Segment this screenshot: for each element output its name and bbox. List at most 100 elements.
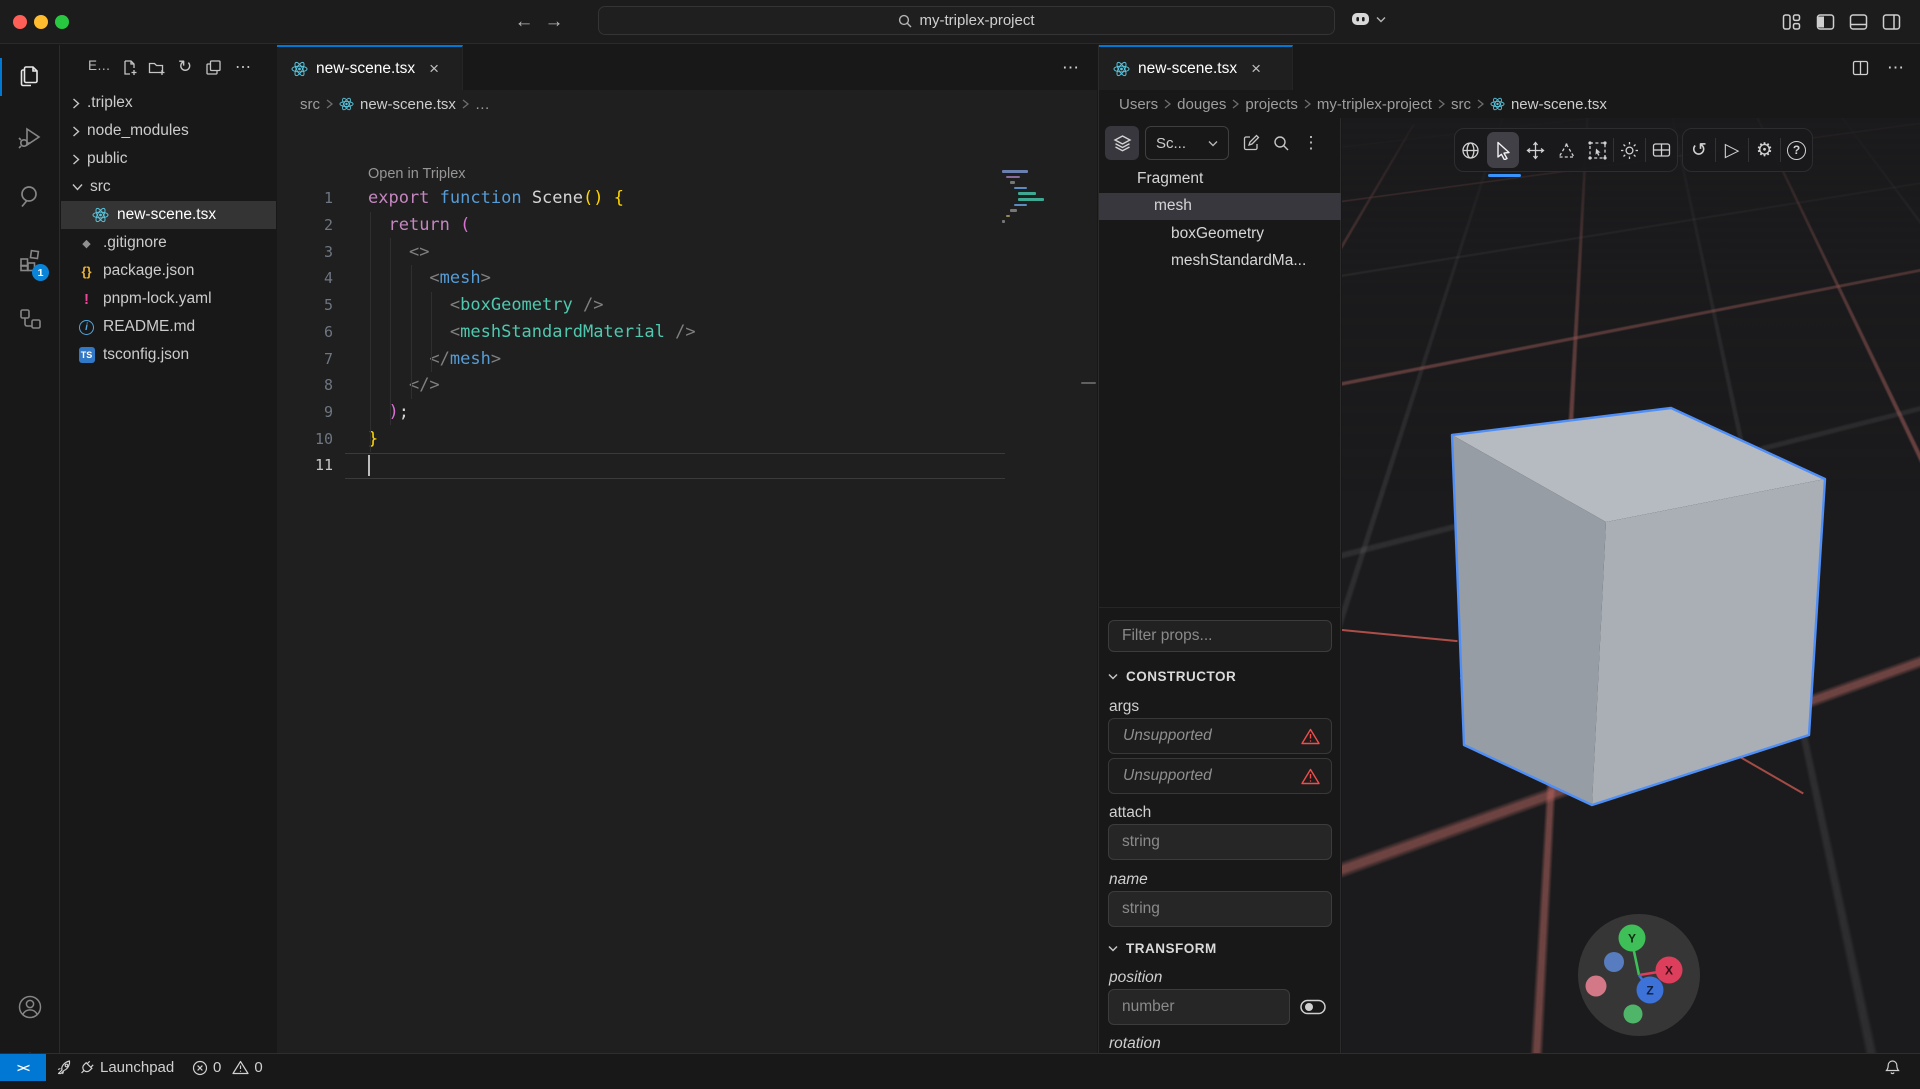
section-transform[interactable]: TRANSFORM [1108,941,1217,956]
undo-button[interactable]: ↺ [1683,128,1715,172]
new-file-button[interactable] [119,57,139,77]
breadcrumb-item[interactable]: Users [1119,96,1158,113]
scene-search-button[interactable] [1267,126,1295,160]
neg-y-handle[interactable] [1623,1004,1643,1024]
edit-scene-button[interactable] [1237,126,1265,160]
problems-status-item[interactable]: 0 0 [192,1054,263,1081]
minimap[interactable] [1002,170,1087,226]
breadcrumb-item[interactable]: src [300,96,320,113]
scene-tree-item-meshstandardmaterial[interactable]: meshStandardMa... [1099,248,1341,276]
explorer-more-actions-button[interactable]: ⋯ [233,57,253,77]
bell-icon [1885,1060,1900,1075]
sidebar-item-explorer[interactable] [0,49,60,101]
play-button[interactable]: ▷ [1716,128,1748,172]
window-close-button[interactable] [13,15,27,29]
file-row-gitignore[interactable]: ◆ .gitignore [61,229,276,257]
breadcrumb-item[interactable]: new-scene.tsx [360,96,456,113]
error-icon [192,1060,208,1075]
scene-tree-item-boxgeometry[interactable]: boxGeometry [1099,220,1341,248]
file-row-src[interactable]: src [61,173,276,201]
ellipsis-icon[interactable]: ⋯ [1887,58,1904,78]
scale-tool-button[interactable] [1551,128,1582,172]
window-minimize-button[interactable] [34,15,48,29]
tab-triplex-new-scene[interactable]: new-scene.tsx × [1099,45,1293,90]
sidebar-item-org-chart[interactable] [0,292,60,344]
transform-tool-button[interactable] [1582,128,1613,172]
globe-tool-button[interactable] [1455,128,1486,172]
new-file-icon [123,59,136,75]
refresh-button[interactable]: ↻ [175,57,195,77]
translate-tool-button[interactable] [1520,128,1551,172]
sash-grip[interactable] [1081,382,1096,384]
close-icon[interactable]: × [429,59,439,79]
breadcrumb-item[interactable]: new-scene.tsx [1511,96,1607,113]
breadcrumb-item[interactable]: src [1451,96,1471,113]
file-row-triplex[interactable]: .triplex [61,89,276,117]
file-row-pnpm-lock[interactable]: ! pnpm-lock.yaml [61,285,276,313]
sidebar-item-extensions[interactable]: 1 [0,234,60,286]
run-debug-icon [18,127,41,149]
file-name: tsconfig.json [103,346,190,363]
code-area[interactable]: Open in Triplex 1 export function Scene()… [277,118,1097,1053]
collapse-all-button[interactable] [203,57,223,77]
file-row-new-scene[interactable]: new-scene.tsx [61,201,276,229]
scene-tree-item-fragment[interactable]: Fragment [1099,165,1341,193]
nav-forward-button[interactable]: → [540,8,568,36]
notifications-bell[interactable] [1884,1054,1901,1081]
sidebar-item-run-debug[interactable] [0,111,60,163]
ellipsis-icon[interactable]: ⋯ [1062,58,1079,78]
breadcrumb-item[interactable]: my-triplex-project [1317,96,1432,113]
new-folder-button[interactable] [147,57,167,77]
viewport-settings-button[interactable]: ⚙︎ [1749,128,1780,172]
file-row-tsconfig[interactable]: TS tsconfig.json [61,341,276,369]
breadcrumb-item[interactable]: douges [1177,96,1226,113]
marquee-select-icon [1588,140,1607,160]
file-row-package-json[interactable]: {} package.json [61,257,276,285]
view-gizmo[interactable]: Y X Z [1577,913,1701,1037]
neg-z-handle[interactable] [1604,952,1624,972]
position-input[interactable] [1108,989,1290,1025]
select-tool-button[interactable] [1487,132,1519,168]
customize-layout-button[interactable] [1778,10,1804,34]
scene-select-dropdown[interactable]: Sc... [1145,126,1229,160]
3d-viewport[interactable]: ↺ ▷ ⚙︎ ? Y X Z [1342,118,1920,1053]
tab-label: new-scene.tsx [1138,59,1238,77]
file-row-public[interactable]: public [61,145,276,173]
neg-x-handle[interactable] [1585,975,1607,997]
breadcrumb-item[interactable]: … [475,96,490,113]
command-center-search[interactable]: my-triplex-project [598,6,1335,35]
launchpad-status-item[interactable]: Launchpad [56,1054,174,1081]
filter-props-input[interactable] [1108,620,1332,652]
sidebar-item-search[interactable] [0,170,60,222]
help-button[interactable]: ? [1781,128,1812,172]
file-row-readme[interactable]: i README.md [61,313,276,341]
nav-back-button[interactable]: ← [510,8,538,36]
tab-new-scene[interactable]: new-scene.tsx × [277,45,463,90]
scene-tree-item-mesh[interactable]: mesh [1099,192,1341,220]
remote-indicator[interactable]: >< [0,1054,46,1081]
split-editor-icon[interactable] [1852,60,1869,76]
name-input[interactable] [1108,891,1332,927]
toggle-primary-sidebar-button[interactable] [1812,10,1838,34]
scene-more-button[interactable]: ⋮ [1299,126,1323,160]
layers-button[interactable] [1105,126,1139,160]
toggle-secondary-sidebar-button[interactable] [1878,10,1904,34]
window-zoom-button[interactable] [55,15,69,29]
close-icon[interactable]: × [1251,59,1261,79]
file-name: README.md [103,318,196,335]
copilot-menu[interactable] [1350,10,1386,28]
camera-view-button[interactable] [1646,128,1677,172]
breadcrumb-item[interactable]: projects [1245,96,1298,113]
position-toggle[interactable] [1299,997,1327,1017]
codelens-open-in-triplex[interactable]: Open in Triplex [368,166,466,182]
chevron-right-icon [1304,99,1311,109]
editor-tab-actions[interactable]: ⋯ [1062,45,1079,90]
code-line: 2 return ( [323,215,471,236]
accounts-button[interactable] [0,981,60,1033]
section-constructor[interactable]: CONSTRUCTOR [1108,669,1236,684]
code-line: 1 export function Scene() { [323,188,624,209]
attach-input[interactable] [1108,824,1332,860]
lighting-toggle-button[interactable] [1614,128,1645,172]
toggle-panel-button[interactable] [1845,10,1871,34]
file-row-node-modules[interactable]: node_modules [61,117,276,145]
